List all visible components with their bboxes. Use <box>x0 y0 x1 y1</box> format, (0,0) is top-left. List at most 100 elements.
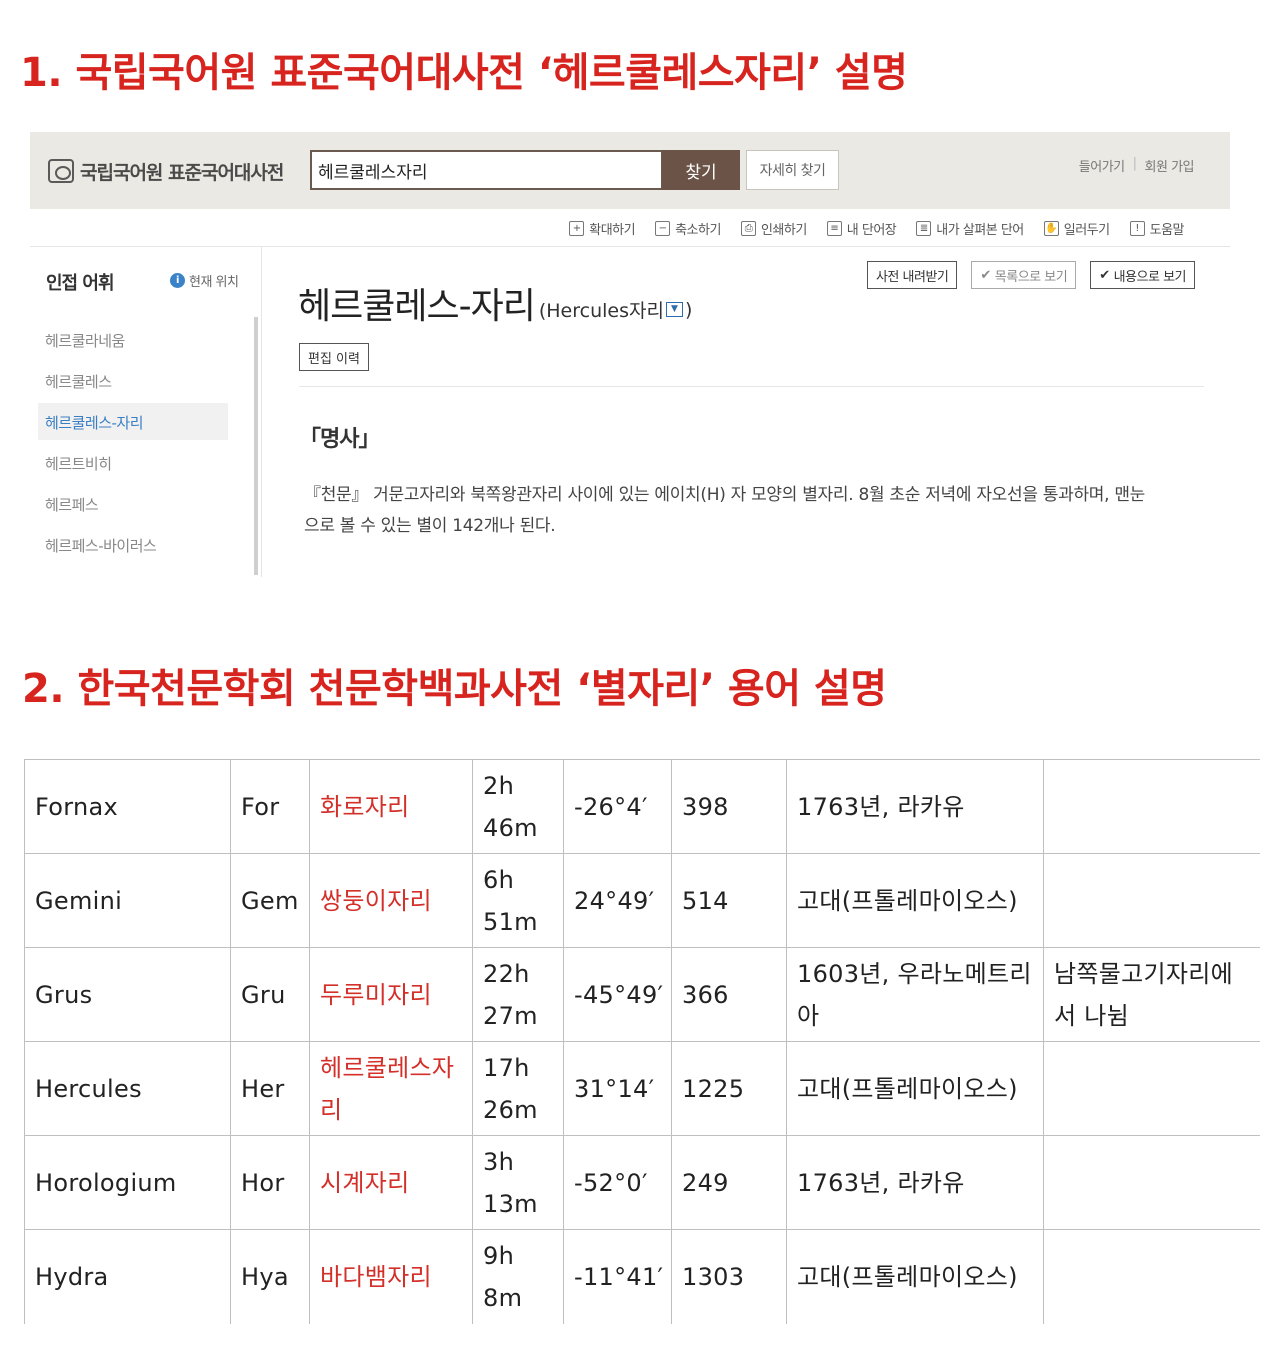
toolbar-button[interactable]: ≣ 내가 살펴본 단어 <box>916 219 1024 238</box>
entry-view-buttons: 사전 내려받기 ✔ 목록으로 보기 ✔ 내용으로 보기 <box>866 261 1195 289</box>
current-location-button[interactable]: i 현재 위치 <box>170 271 239 290</box>
login-link[interactable]: 들어가기 <box>1079 156 1125 175</box>
constellation-rows: Fornax For 화로자리 2h 46m -26°4′ 398 1763년, 라카유 Ge… <box>24 759 1260 1324</box>
table-row: Gemini Gem 쌍둥이자리 6h 51m 24°49′ 514 고대(프톨레마이오스) <box>24 853 1260 948</box>
sidebar-scrollbar[interactable] <box>254 317 258 575</box>
declination-cell: 24°49′ <box>563 853 672 948</box>
right-ascension-cell: 6h 51m <box>472 853 564 948</box>
korean-name-link[interactable]: 헤르쿨레스자리 <box>309 1041 473 1136</box>
abbreviation-cell: Her <box>230 1041 310 1136</box>
content-view-label: 내용으로 보기 <box>1113 269 1187 285</box>
toolbar-button[interactable]: ✋ 일러두기 <box>1043 219 1110 238</box>
logo-icon <box>48 159 74 183</box>
sidebar-title: 인접 어휘 <box>46 273 115 294</box>
zoom-out-icon: − <box>655 221 671 236</box>
list-view-button[interactable]: ✔ 목록으로 보기 <box>971 261 1077 289</box>
search-input[interactable] <box>310 150 663 190</box>
search-button[interactable]: 찾기 <box>662 150 740 190</box>
korean-name-link[interactable]: 쌍둥이자리 <box>309 853 473 948</box>
table-row: Horologium Hor 시계자리 3h 13m -52°0′ 249 1763년, 라… <box>24 1135 1260 1230</box>
right-ascension-cell: 17h 26m <box>472 1041 564 1136</box>
note-cell <box>1043 853 1260 948</box>
origin-cell: 고대(프톨레마이오스) <box>786 1229 1044 1324</box>
download-dictionary-button[interactable]: 사전 내려받기 <box>866 261 958 289</box>
list-view-label: 목록으로 보기 <box>994 269 1068 285</box>
content-view-button[interactable]: ✔ 내용으로 보기 <box>1090 261 1195 289</box>
entry-origin-text: (Hercules자리 <box>538 300 664 322</box>
toolbar-button[interactable]: − 축소하기 <box>655 219 721 238</box>
origin-cell: 1603년, 우라노메트리아 <box>786 947 1044 1042</box>
origin-cell: 고대(프톨레마이오스) <box>786 853 1044 948</box>
abbreviation-cell: Gru <box>230 947 310 1042</box>
toolbar-button-label: 일러두기 <box>1063 223 1110 238</box>
latin-name-cell: Hercules <box>24 1041 231 1136</box>
korean-name-link[interactable]: 시계자리 <box>309 1135 473 1230</box>
table-row: Fornax For 화로자리 2h 46m -26°4′ 398 1763년, 라카유 <box>24 759 1260 854</box>
logo-text: 국립국어원 표준국어대사전 <box>80 161 284 184</box>
check-icon: ✔ <box>980 267 991 283</box>
area-cell: 514 <box>671 853 787 948</box>
constellation-table-container: Fornax For 화로자리 2h 46m -26°4′ 398 1763년, 라카유 Ge… <box>24 759 1260 1331</box>
latin-name-cell: Fornax <box>24 759 231 854</box>
section-heading-1: 1. 국립국어원 표준국어대사전 ‘헤르쿨레스자리’ 설명 <box>20 50 908 96</box>
dictionary-screenshot: 국립국어원 표준국어대사전 찾기 자세히 찾기 들어가기 | 회원 가입 + 확대… <box>30 132 1230 577</box>
origin-dropdown-icon[interactable]: ▼ <box>665 302 683 317</box>
area-cell: 366 <box>671 947 787 1042</box>
viewed-words-icon: ≣ <box>916 221 932 236</box>
check-icon: ✔ <box>1099 267 1110 283</box>
note-cell: 남쪽물고기자리에서 나뉨 <box>1043 947 1260 1042</box>
edit-history-button[interactable]: 편집 이력 <box>299 343 369 371</box>
report-icon: ✋ <box>1043 221 1059 236</box>
latin-name-cell: Gemini <box>24 853 231 948</box>
latin-name-cell: Hydra <box>24 1229 231 1324</box>
wordbook-icon: ≡ <box>826 221 842 236</box>
dictionary-header: 국립국어원 표준국어대사전 찾기 자세히 찾기 들어가기 | 회원 가입 <box>30 132 1230 209</box>
note-cell <box>1043 759 1260 854</box>
table-row: Hydra Hya 바다뱀자리 9h 8m -11°41′ 1303 고대(프톨레마이오스) <box>24 1229 1260 1324</box>
latin-name-cell: Grus <box>24 947 231 1042</box>
toolbar-button-label: 도움말 <box>1149 223 1185 238</box>
abbreviation-cell: Hya <box>230 1229 310 1324</box>
latin-name-cell: Horologium <box>24 1135 231 1230</box>
toolbar-button[interactable]: ! 도움말 <box>1129 219 1185 238</box>
part-of-speech: 「명사」 <box>299 427 380 452</box>
declination-cell: 31°14′ <box>563 1041 672 1136</box>
toolbar-button-label: 확대하기 <box>589 223 636 238</box>
entry-origin: (Hercules자리 ▼ ) <box>539 296 693 329</box>
definition-text: 『천문』 거문고자리와 북쪽왕관자리 사이에 있는 에이치(H) 자 모양의 별… <box>304 485 1146 536</box>
sidebar-word-item[interactable]: 헤르페스-바이러스 <box>38 526 228 563</box>
advanced-search-button[interactable]: 자세히 찾기 <box>746 150 839 190</box>
dictionary-logo[interactable]: 국립국어원 표준국어대사전 <box>48 156 284 186</box>
right-ascension-cell: 3h 13m <box>472 1135 564 1230</box>
area-cell: 398 <box>671 759 787 854</box>
sidebar-word-item[interactable]: 헤르쿨레스-자리 <box>38 403 228 440</box>
constellation-table: Fornax For 화로자리 2h 46m -26°4′ 398 1763년, 라카유 Ge… <box>24 759 1260 1324</box>
area-cell: 1225 <box>671 1041 787 1136</box>
declination-cell: -26°4′ <box>563 759 672 854</box>
abbreviation-cell: For <box>230 759 310 854</box>
sidebar-word-item[interactable]: 헤르페스 <box>38 485 228 522</box>
sidebar-word-item[interactable]: 헤르쿨라네움 <box>38 321 228 358</box>
area-cell: 249 <box>671 1135 787 1230</box>
korean-name-link[interactable]: 두루미자리 <box>309 947 473 1042</box>
toolbar-button[interactable]: + 확대하기 <box>569 219 636 238</box>
location-icon: i <box>170 273 185 288</box>
toolbar-button-label: 인쇄하기 <box>760 223 807 238</box>
area-cell: 1303 <box>671 1229 787 1324</box>
auth-links: 들어가기 | 회원 가입 <box>1079 156 1195 175</box>
toolbar-button-label: 내 단어장 <box>846 223 897 238</box>
korean-name-link[interactable]: 바다뱀자리 <box>309 1229 473 1324</box>
entry-word: 헤르쿨레스-자리 <box>298 286 536 327</box>
toolbar-button[interactable]: ⎙ 인쇄하기 <box>740 219 807 238</box>
korean-name-link[interactable]: 화로자리 <box>309 759 473 854</box>
sidebar-word-item[interactable]: 헤르쿨레스 <box>38 362 228 399</box>
declination-cell: -52°0′ <box>563 1135 672 1230</box>
note-cell <box>1043 1135 1260 1230</box>
toolbar-button-label: 내가 살펴본 단어 <box>936 223 1024 238</box>
signup-link[interactable]: 회원 가입 <box>1145 156 1195 175</box>
section-heading-2: 2. 한국천문학회 천문학백과사전 ‘별자리’ 용어 설명 <box>22 666 887 712</box>
toolbar-button[interactable]: ≡ 내 단어장 <box>826 219 897 238</box>
entry-origin-close: ) <box>684 298 693 321</box>
sidebar-word-item[interactable]: 헤르트비히 <box>38 444 228 481</box>
toolbar-button-label: 축소하기 <box>675 223 721 238</box>
